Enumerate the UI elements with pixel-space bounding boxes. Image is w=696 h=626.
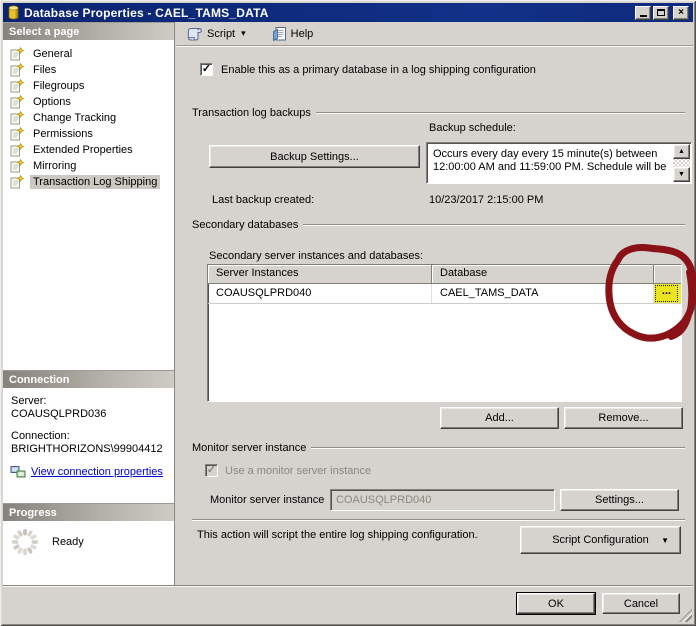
monitor-instance-label: Monitor server instance [210,494,325,506]
toolbar: Script ▾ Help [176,22,693,45]
check-icon: ✓ [206,464,217,476]
server-value: COAUSQLPRD036 [11,408,107,420]
sidebar-item-options[interactable]: Options [3,94,174,110]
enable-log-shipping-label: Enable this as a primary database in a l… [221,64,536,76]
page-icon [10,79,24,93]
sidebar-item-change-tracking[interactable]: Change Tracking [3,110,174,126]
secondary-group-header: Secondary databases [192,219,685,231]
connection-label: Connection: [11,430,70,442]
use-monitor-label: Use a monitor server instance [225,465,372,477]
cell-action: ... [654,284,681,303]
combo-arrow-icon: ▼ [661,535,669,545]
sidebar-item-general[interactable]: General [3,46,174,62]
backup-settings-button[interactable]: Backup Settings... [209,145,420,168]
cell-server-instance[interactable]: COAUSQLPRD040 [208,284,432,303]
connection-header: Connection [3,370,174,388]
view-connection-properties-link[interactable]: View connection properties [31,466,163,478]
scroll-down-icon: ▼ [678,171,685,178]
remove-button[interactable]: Remove... [564,407,683,429]
page-icon [10,175,24,189]
help-button[interactable]: Help [268,24,318,44]
check-icon: ✓ [201,63,212,75]
page-icon [10,47,24,61]
page-icon [10,95,24,109]
close-icon: × [678,6,684,18]
sidebar-item-mirroring[interactable]: Mirroring [3,158,174,174]
add-button[interactable]: Add... [440,407,559,429]
toolbar-separator [176,45,693,47]
scroll-up-button[interactable]: ▲ [673,144,690,159]
resize-grip[interactable] [679,609,692,622]
monitor-instance-field: COAUSQLPRD040 [330,489,555,511]
sidebar-item-files[interactable]: Files [3,62,174,78]
backup-schedule-label: Backup schedule: [429,122,516,134]
column-header-action [654,265,681,284]
page-icon [10,127,24,141]
settings-button[interactable]: Settings... [560,489,679,511]
page-icon [10,111,24,125]
ellipsis-button[interactable]: ... [655,285,678,302]
sidebar-item-extended-properties[interactable]: Extended Properties [3,142,174,158]
database-properties-window: Database Properties - CAEL_TAMS_DATA × S… [0,0,696,626]
backups-group-header: Transaction log backups [192,107,685,119]
backup-schedule-box: Occurs every day every 15 minute(s) betw… [426,142,692,184]
close-button[interactable]: × [673,5,689,20]
maximize-button[interactable] [653,5,669,20]
database-icon [8,5,19,20]
table-row[interactable]: COAUSQLPRD040 CAEL_TAMS_DATA ... [208,284,681,304]
monitor-group-header: Monitor server instance [192,442,685,454]
sidebar-item-transaction-log-shipping[interactable]: Transaction Log Shipping [3,174,174,190]
sidebar: Select a page General Files Filegroups O… [3,22,175,585]
progress-spinner-icon [11,528,39,556]
backup-schedule-text: Occurs every day every 15 minute(s) betw… [433,148,667,173]
secondary-databases-table: Server Instances Database COAUSQLPRD040 … [207,264,682,402]
page-icon [10,159,24,173]
window-title: Database Properties - CAEL_TAMS_DATA [24,5,269,20]
secondary-table-label: Secondary server instances and databases… [209,250,424,262]
maximize-icon [657,9,665,16]
column-header-server-instances[interactable]: Server Instances [208,265,432,284]
minimize-button[interactable] [635,5,651,20]
script-button[interactable]: Script ▾ [183,24,250,44]
connection-properties-icon [10,466,26,478]
sidebar-item-filegroups[interactable]: Filegroups [3,78,174,94]
cell-database[interactable]: CAEL_TAMS_DATA [432,284,654,303]
server-label: Server: [11,395,47,407]
page-list: General Files Filegroups Options Change … [3,40,174,370]
script-icon [187,27,202,41]
connection-panel: Server: COAUSQLPRD036 Connection: BRIGHT… [3,388,174,503]
select-page-header: Select a page [3,22,174,40]
script-note: This action will script the entire log s… [197,529,478,541]
page-icon [10,143,24,157]
help-icon [272,26,286,41]
ok-button[interactable]: OK [517,593,595,614]
enable-log-shipping-checkbox[interactable]: ✓ [200,63,213,76]
last-backup-value: 10/23/2017 2:15:00 PM [429,194,544,206]
cancel-button[interactable]: Cancel [602,593,680,614]
progress-panel: Ready [3,521,174,585]
progress-header: Progress [3,503,174,521]
page-icon [10,63,24,77]
script-configuration-button[interactable]: Script Configuration ▼ [520,526,681,554]
connection-value: BRIGHTHORIZONS\99904412 [11,443,163,455]
progress-status: Ready [52,536,84,548]
script-section-divider [192,519,685,521]
column-header-database[interactable]: Database [432,265,654,284]
sidebar-item-permissions[interactable]: Permissions [3,126,174,142]
footer-divider [3,585,693,587]
last-backup-label: Last backup created: [212,194,315,206]
main-panel: Script ▾ Help ✓ Enable this as a primary… [176,22,693,585]
scroll-up-icon: ▲ [678,148,685,155]
use-monitor-checkbox: ✓ [205,464,218,477]
schedule-scrollbar[interactable]: ▲ ▼ [673,144,690,182]
scroll-down-button[interactable]: ▼ [673,167,690,182]
minimize-icon [639,15,647,17]
script-dropdown-arrow-icon[interactable]: ▾ [239,28,246,39]
titlebar: Database Properties - CAEL_TAMS_DATA × [3,3,693,22]
table-header-row: Server Instances Database [208,265,681,284]
